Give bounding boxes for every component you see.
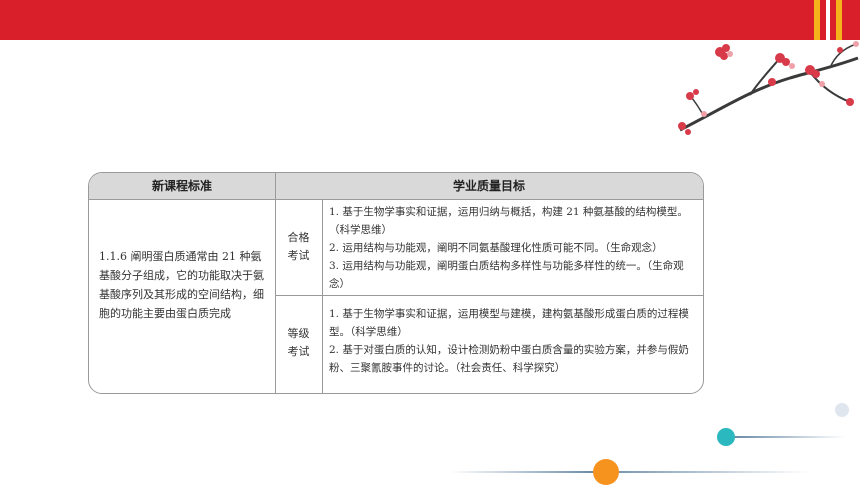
decor-dot-orange (593, 459, 619, 485)
goal-item: 1. 基于生物学事实和证据，运用归纳与概括，构建 21 种氨基酸的结构模型。（科… (329, 206, 688, 236)
table-header-row: 新课程标准 学业质量目标 (89, 173, 703, 200)
decor-line (450, 471, 810, 473)
header-standard: 新课程标准 (151, 179, 212, 193)
top-banner (0, 0, 860, 40)
banner-stripes (814, 0, 860, 40)
goal-item: 1. 基于生物学事实和证据，运用模型与建模，建构氨基酸形成蛋白质的过程模型。（科… (329, 308, 689, 338)
decor-dot-teal (717, 428, 735, 446)
level-label-pass: 合格 考试 (287, 231, 310, 262)
goals-grade: 1. 基于生物学事实和证据，运用模型与建模，建构氨基酸形成蛋白质的过程模型。（科… (329, 305, 699, 377)
curriculum-table: 新课程标准 学业质量目标 1.1.6 阐明蛋白质通常由 21 种氨基酸分子组成，… (88, 172, 704, 394)
row-divider (275, 295, 703, 296)
header-goals: 学业质量目标 (452, 179, 525, 193)
column-divider (322, 199, 323, 393)
goals-pass: 1. 基于生物学事实和证据，运用归纳与概括，构建 21 种氨基酸的结构模型。（科… (329, 203, 699, 293)
decor-line (735, 436, 845, 438)
goal-item: 3. 运用结构与功能观，阐明蛋白质结构多样性与功能多样性的统一。（生命观念） (329, 260, 684, 290)
standard-text: 1.1.6 阐明蛋白质通常由 21 种氨基酸分子组成，它的功能取决于氨基酸序列及… (99, 250, 264, 320)
goal-item: 2. 基于对蛋白质的认知，设计检测奶粉中蛋白质含量的实验方案，并参与假奶粉、三聚… (329, 344, 689, 374)
plum-blossom-icon (678, 41, 859, 135)
decor-dot-grey (835, 403, 849, 417)
goal-item: 2. 运用结构与功能观，阐明不同氨基酸理化性质可能不同。（生命观念） (329, 242, 663, 254)
level-label-grade: 等级 考试 (287, 327, 310, 358)
